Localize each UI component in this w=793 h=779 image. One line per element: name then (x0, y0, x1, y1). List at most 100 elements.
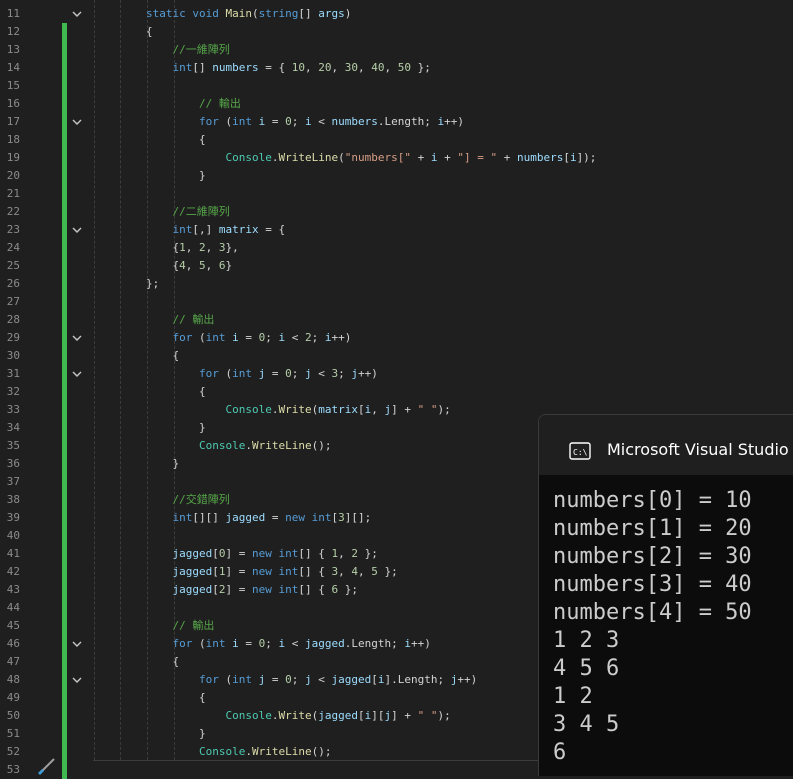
change-marker (62, 437, 67, 455)
code-token: jagged (331, 673, 372, 686)
code-text[interactable]: } (199, 167, 206, 185)
code-token: ]); (576, 151, 597, 164)
line-number: 46 (6, 637, 20, 650)
code-token: [] (298, 7, 319, 20)
code-token: int (232, 367, 252, 380)
change-marker (62, 59, 67, 77)
code-line[interactable]: 20} (0, 167, 793, 185)
code-line[interactable]: 19 Console.WriteLine("numbers[" + i + "] … (0, 149, 793, 167)
code-text[interactable]: for (int j = 0; j < 3; j++) (199, 365, 378, 383)
line-number: 11 (6, 7, 20, 20)
console-window[interactable]: C:\ Microsoft Visual Studio numbers[0] =… (538, 414, 793, 776)
fold-chevron-icon[interactable] (70, 224, 84, 236)
code-line[interactable]: 28 // 輸出 (0, 311, 793, 329)
line-number: 47 (6, 655, 20, 668)
code-text[interactable]: }; (146, 275, 159, 293)
code-line[interactable]: 13 //一維陣列 (0, 41, 793, 59)
code-line[interactable]: 24 {1, 2, 3}, (0, 239, 793, 257)
code-text[interactable]: { (199, 131, 206, 149)
code-text[interactable]: Console.Write(jagged[i][j] + " "); (226, 707, 451, 725)
code-text[interactable]: for (int i = 0; i < jagged.Length; i++) (173, 635, 431, 653)
code-text[interactable]: Console.WriteLine(); (199, 437, 331, 455)
code-token: "numbers[" (344, 151, 411, 164)
code-text[interactable]: { (199, 689, 206, 707)
code-line[interactable]: 21 (0, 185, 793, 203)
code-text[interactable]: //交錯陣列 (173, 491, 230, 509)
fold-chevron-icon[interactable] (70, 638, 84, 650)
code-line[interactable]: 31 for (int j = 0; j < 3; j++) (0, 365, 793, 383)
code-text[interactable]: // 輸出 (173, 617, 215, 635)
code-text[interactable]: for (int j = 0; j < jagged[i].Length; j+… (199, 671, 477, 689)
line-number: 23 (6, 223, 20, 236)
code-text[interactable]: // 輸出 (173, 311, 215, 329)
code-text[interactable]: int[] numbers = { 10, 20, 30, 40, 50 }; (173, 59, 431, 77)
code-cleanup-brush-icon[interactable] (36, 757, 58, 775)
code-line[interactable]: 17 for (int i = 0; i < numbers.Length; i+… (0, 113, 793, 131)
code-text[interactable]: jagged[2] = new int[] { 6 }; (173, 581, 359, 599)
horizontal-scrollbar[interactable] (93, 760, 543, 775)
code-line[interactable]: 25 {4, 5, 6} (0, 257, 793, 275)
code-token: int (278, 583, 299, 596)
console-titlebar[interactable]: C:\ Microsoft Visual Studio (539, 415, 793, 475)
code-line[interactable]: 27 (0, 293, 793, 311)
code-text[interactable]: } (199, 725, 206, 743)
code-line[interactable]: 15 (0, 77, 793, 95)
code-token: 40 (371, 61, 385, 74)
change-marker (62, 689, 67, 707)
change-marker (62, 77, 67, 95)
change-marker (62, 545, 67, 563)
console-output-line: 3 4 5 (553, 712, 620, 737)
code-line[interactable]: 11 static void Main(string[] args) (0, 5, 793, 23)
code-text[interactable]: for (int i = 0; i < 2; i++) (173, 329, 352, 347)
code-text[interactable]: Console.WriteLine(); (199, 743, 331, 761)
code-text[interactable]: {4, 5, 6} (173, 257, 233, 275)
code-token: [][] (192, 511, 226, 524)
code-line[interactable]: 18 { (0, 131, 793, 149)
fold-chevron-icon[interactable] (70, 8, 84, 20)
code-token: j (305, 673, 312, 686)
code-text[interactable]: {1, 2, 3}, (173, 239, 239, 257)
code-token: = (238, 637, 259, 650)
code-line[interactable]: 30 { (0, 347, 793, 365)
code-text[interactable]: { (173, 653, 180, 671)
code-line[interactable]: 23 int[,] matrix = { (0, 221, 793, 239)
code-text[interactable]: //二維陣列 (173, 203, 230, 221)
code-token: }; (410, 61, 431, 74)
code-line[interactable]: 14 int[] numbers = { 10, 20, 30, 40, 50 }… (0, 59, 793, 77)
code-text[interactable]: static void Main(string[] args) (146, 5, 351, 23)
fold-chevron-icon[interactable] (70, 332, 84, 344)
code-text[interactable]: jagged[0] = new int[] { 1, 2 }; (173, 545, 378, 563)
change-marker (62, 113, 67, 131)
code-text[interactable]: { (146, 23, 153, 41)
code-text[interactable]: jagged[1] = new int[] { 3, 4, 5 }; (173, 563, 398, 581)
code-text[interactable]: int[,] matrix = { (173, 221, 286, 239)
code-token: new (252, 565, 272, 578)
code-text[interactable]: } (173, 455, 180, 473)
code-line[interactable]: 16 // 輸出 (0, 95, 793, 113)
code-token: "] = " (457, 151, 498, 164)
code-text[interactable]: } (199, 419, 206, 437)
fold-chevron-icon[interactable] (70, 674, 84, 686)
code-token: args (318, 7, 345, 20)
code-line[interactable]: 26}; (0, 275, 793, 293)
line-number: 45 (6, 619, 20, 632)
code-text[interactable]: Console.WriteLine("numbers[" + i + "] = … (226, 149, 597, 167)
code-text[interactable]: { (173, 347, 180, 365)
code-text[interactable]: //一維陣列 (173, 41, 230, 59)
code-line[interactable]: 12 { (0, 23, 793, 41)
code-line[interactable]: 32 { (0, 383, 793, 401)
code-token: for (172, 331, 193, 344)
code-text[interactable]: for (int i = 0; i < numbers.Length; i++) (199, 113, 464, 131)
code-text[interactable]: { (199, 383, 206, 401)
code-line[interactable]: 29 for (int i = 0; i < 2; i++) (0, 329, 793, 347)
code-text[interactable]: // 輸出 (199, 95, 241, 113)
fold-chevron-icon[interactable] (70, 368, 84, 380)
code-line[interactable]: 22 //二維陣列 (0, 203, 793, 221)
code-token: ++) (358, 367, 378, 380)
code-text[interactable]: int[][] jagged = new int[3][]; (173, 509, 372, 527)
code-token: 10 (291, 61, 305, 74)
fold-chevron-icon[interactable] (70, 116, 84, 128)
console-output-line: 6 (553, 740, 567, 765)
code-text[interactable]: Console.Write(matrix[i, j] + " "); (226, 401, 451, 419)
